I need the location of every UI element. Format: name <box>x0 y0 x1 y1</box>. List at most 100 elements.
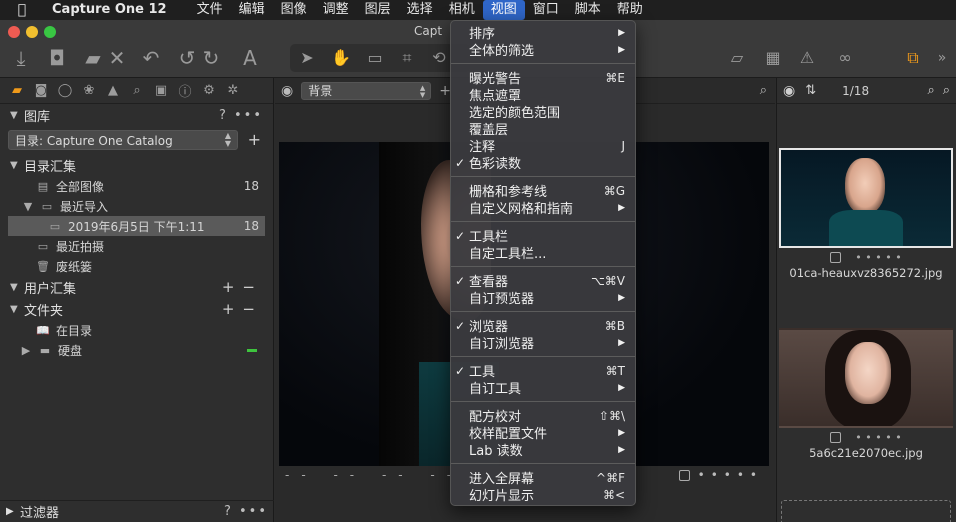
view-menu-item[interactable]: 选定的颜色范围 <box>451 103 635 121</box>
view-menu-item[interactable]: 焦点遮罩 <box>451 86 635 104</box>
view-menu-item[interactable]: Lab 读数 ▶ <box>451 441 635 459</box>
view-menu-item[interactable]: 注释 J <box>451 137 635 156</box>
lens-tab-icon[interactable]: ◯ <box>56 83 74 98</box>
proof-glasses-icon[interactable]: ∞ <box>830 46 860 70</box>
select-checkbox[interactable] <box>830 431 842 443</box>
menu-camera[interactable]: 相机 <box>441 0 483 20</box>
menu-image[interactable]: 图像 <box>273 0 315 20</box>
library-help[interactable]: ? ••• <box>219 108 263 123</box>
thumbnail[interactable]: • • • • • 01ca-heauxvz8365272.jpg <box>779 148 953 280</box>
menu-window[interactable]: 窗口 <box>525 0 567 20</box>
view-menu-item[interactable]: ✓ 查看器 ⌥⌘V <box>451 272 635 291</box>
menu-adjust[interactable]: 调整 <box>315 0 357 20</box>
adjustments-tab-icon[interactable]: ▣ <box>152 83 170 98</box>
import-icon[interactable]: ⤓ <box>10 46 32 70</box>
view-menu-item[interactable]: 曝光警告 ⌘E <box>451 69 635 88</box>
all-images-item[interactable]: ▤ 全部图像 18 <box>0 176 273 196</box>
view-menu-item[interactable]: 排序 ▶ <box>451 24 635 42</box>
menu-view[interactable]: 视图 <box>482 0 525 20</box>
apple-icon[interactable]:  <box>0 2 44 18</box>
view-menu-item[interactable]: 校样配置文件 ▶ <box>451 424 635 442</box>
more-icon[interactable]: » <box>934 46 950 70</box>
details-tab-icon[interactable]: ⌕ <box>128 83 146 98</box>
eye-icon[interactable]: ◉ <box>783 83 795 99</box>
view-menu-item[interactable]: ✓ 工具 ⌘T <box>451 362 635 381</box>
trash-item[interactable]: 🗑 废纸篓 <box>0 256 273 276</box>
crop-icon[interactable]: ⌗ <box>396 46 418 70</box>
redo-icon[interactable]: ↻ <box>200 46 222 70</box>
folder-move-icon[interactable]: ▰ <box>82 46 104 70</box>
close-window-button[interactable] <box>8 26 20 38</box>
thumbnail-image[interactable] <box>779 148 953 248</box>
view-menu-item[interactable]: 配方校对 ⇧⌘\ <box>451 407 635 426</box>
sort-icon[interactable]: ⇅ <box>805 83 816 98</box>
camera-icon[interactable]: ◘ <box>46 46 68 70</box>
zoom-icon[interactable]: ⌕ <box>760 83 767 98</box>
view-menu-item[interactable]: 自订工具 ▶ <box>451 379 635 397</box>
menu-script[interactable]: 脚本 <box>567 0 609 20</box>
in-catalog-item[interactable]: 📖 在目录 <box>0 320 273 340</box>
zoom-icon[interactable]: ⌕ <box>943 83 950 98</box>
view-menu-item[interactable]: 全体的筛选 ▶ <box>451 41 635 59</box>
view-menu-item[interactable]: 自定义网格和指南 ▶ <box>451 199 635 217</box>
library-header[interactable]: ▼ 图库 ? ••• <box>0 104 273 126</box>
select-checkbox[interactable] <box>678 470 690 481</box>
metadata-tab-icon[interactable]: ⓘ <box>176 81 194 100</box>
rotate-icon[interactable]: ⟲ <box>428 46 450 70</box>
menu-edit[interactable]: 编辑 <box>231 0 273 20</box>
add-remove-collection-buttons[interactable]: +− <box>222 278 263 296</box>
add-remove-folder-buttons[interactable]: +− <box>222 300 263 318</box>
add-catalog-button[interactable]: + <box>248 130 261 149</box>
menu-file[interactable]: 文件 <box>189 0 231 20</box>
reset-icon[interactable]: ↶ <box>140 46 162 70</box>
recent-captures-item[interactable]: ▭ 最近拍摄 <box>0 236 273 256</box>
windows-icon[interactable]: ⧉ <box>902 46 924 70</box>
background-select[interactable]: 背景 ▲ ▼ <box>301 81 432 100</box>
app-menu[interactable]: Capture One 12 <box>44 0 175 20</box>
minimize-window-button[interactable] <box>26 26 38 38</box>
color-tab-icon[interactable]: ❀ <box>80 83 98 98</box>
filters-header[interactable]: ▶ 过滤器 ? ••• <box>0 500 274 522</box>
menu-help[interactable]: 帮助 <box>609 0 651 20</box>
thumbnail-image[interactable] <box>779 328 953 428</box>
eye-icon[interactable]: ◉ <box>281 83 293 99</box>
warning-icon[interactable]: ⚠ <box>796 46 818 70</box>
view-menu-item[interactable]: 自订浏览器 ▶ <box>451 334 635 352</box>
view-menu-item[interactable]: 自定工具栏... <box>451 244 635 262</box>
delete-icon[interactable]: ✕ <box>106 46 128 70</box>
hand-icon[interactable]: ✋ <box>330 46 352 70</box>
hard-disk-item[interactable]: ▶ ▬ 硬盘 <box>0 340 273 360</box>
output-tab-icon[interactable]: ⚙ <box>200 83 218 98</box>
pointer-icon[interactable]: ➤ <box>296 46 318 70</box>
filters-help[interactable]: ? ••• <box>224 504 268 519</box>
view-menu-item[interactable]: 栅格和参考线 ⌘G <box>451 182 635 201</box>
search-icon[interactable]: ⌕ <box>927 83 934 98</box>
zoom-window-button[interactable] <box>44 26 56 38</box>
user-collection-header[interactable]: ▼ 用户汇集 +− <box>0 276 273 298</box>
import-date-item[interactable]: ▭ 2019年6月5日 下午1:11 18 <box>8 216 265 236</box>
view-menu-item[interactable]: ✓ 浏览器 ⌘B <box>451 317 635 336</box>
catalog-select[interactable]: 目录: Capture One Catalog ▲ ▼ <box>8 130 238 150</box>
recent-imports-item[interactable]: ▼ ▭ 最近导入 <box>0 196 273 216</box>
view-menu-item[interactable]: 自订预览器 ▶ <box>451 289 635 307</box>
undo-icon[interactable]: ↺ <box>176 46 198 70</box>
catalog-collection-header[interactable]: ▼ 目录汇集 <box>0 154 273 176</box>
rating-dots[interactable]: • • • • • <box>855 431 901 444</box>
text-tool-icon[interactable]: A <box>238 46 262 70</box>
menu-layer[interactable]: 图层 <box>357 0 399 20</box>
loupe-icon[interactable]: ▭ <box>364 46 386 70</box>
view-menu-item[interactable]: 进入全屏幕 ^⌘F <box>451 469 635 488</box>
library-tab-icon[interactable]: ▰ <box>8 83 26 98</box>
view-menu-item[interactable]: ✓ 色彩读数 <box>451 154 635 173</box>
batch-tab-icon[interactable]: ✲ <box>224 83 242 98</box>
view-menu-item[interactable]: ✓ 工具栏 <box>451 227 635 246</box>
folders-header[interactable]: ▼ 文件夹 +− <box>0 298 273 320</box>
drop-zone[interactable] <box>781 500 951 522</box>
exposure-tab-icon[interactable]: ▲ <box>104 83 122 98</box>
select-checkbox[interactable] <box>830 251 842 263</box>
view-menu-item[interactable]: 幻灯片显示 ⌘< <box>451 486 635 505</box>
view-menu-item[interactable]: 覆盖层 <box>451 120 635 138</box>
grid-icon[interactable]: ▦ <box>762 46 784 70</box>
thumbnail[interactable]: • • • • • 5a6c21e2070ec.jpg <box>779 328 953 460</box>
edit-icon[interactable]: ▱ <box>726 46 748 70</box>
